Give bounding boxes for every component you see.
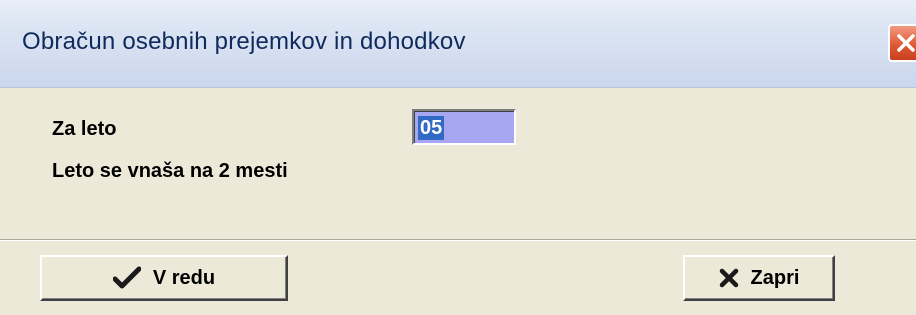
title-bar[interactable]: Obračun osebnih prejemkov in dohodkov [0,0,916,88]
x-icon [719,268,739,288]
window-title: Obračun osebnih prejemkov in dohodkov [22,28,466,55]
separator [0,239,916,241]
dialog-content: Za leto 05 Leto se vnaša na 2 mesti [0,88,916,240]
year-label: Za leto [52,118,117,140]
year-hint: Leto se vnaša na 2 mesti [52,160,288,182]
dialog-window: Obračun osebnih prejemkov in dohodkov Za… [0,0,916,315]
ok-button-label: V redu [152,266,216,289]
close-button-label: Zapri [750,266,800,289]
year-value: 05 [418,116,445,140]
checkmark-icon [112,266,141,290]
ok-button[interactable]: V redu [40,255,288,301]
close-button[interactable]: Zapri [683,255,835,301]
year-input[interactable]: 05 [412,109,516,145]
close-icon [896,33,916,53]
titlebar-close-button[interactable] [888,24,916,62]
